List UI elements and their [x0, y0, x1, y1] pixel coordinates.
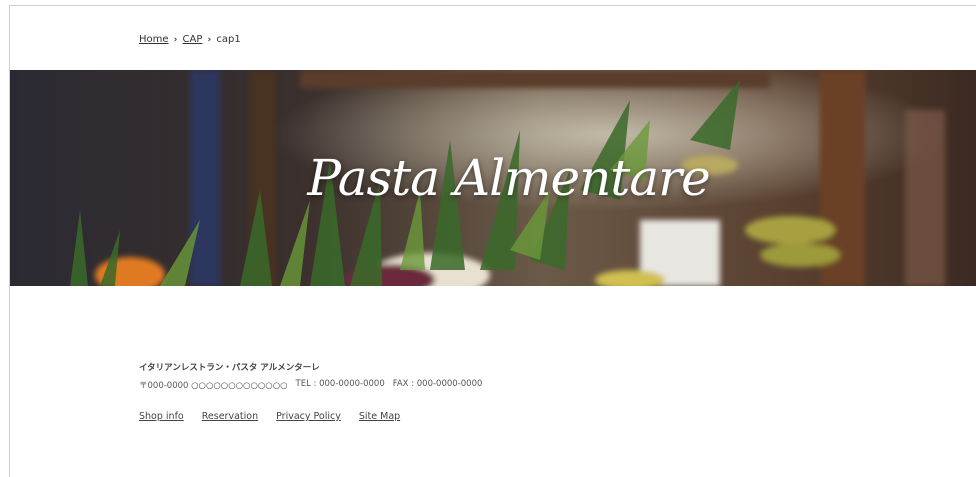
- footer-link-privacy-policy[interactable]: Privacy Policy: [276, 411, 341, 422]
- site-footer: イタリアンレストラン・パスタ アルメンターレ 〒000-0000 ○○○○○○○…: [139, 361, 482, 422]
- tel-number: TEL : 000-0000-0000: [295, 379, 385, 389]
- breadcrumb: Home › CAP › cap1: [139, 34, 241, 45]
- footer-link-site-map[interactable]: Site Map: [359, 411, 400, 422]
- chevron-right-icon: ›: [207, 34, 212, 45]
- footer-nav: Shop info Reservation Privacy Policy Sit…: [139, 411, 482, 422]
- postal-address: 〒000-0000 ○○○○○○○○○○○○○: [139, 381, 288, 391]
- footer-link-shop-info[interactable]: Shop info: [139, 411, 184, 422]
- shop-name: イタリアンレストラン・パスタ アルメンターレ: [139, 363, 320, 373]
- breadcrumb-current: cap1: [216, 34, 241, 45]
- page-frame: Home › CAP › cap1 Pasta Almentare イタリアンレ…: [9, 5, 976, 477]
- fax-number: FAX : 000-0000-0000: [392, 379, 483, 389]
- breadcrumb-home-link[interactable]: Home: [139, 34, 169, 45]
- contact-info: 〒000-0000 ○○○○○○○○○○○○○ TEL : 000-0000-0…: [139, 379, 482, 391]
- footer-link-reservation[interactable]: Reservation: [202, 411, 258, 422]
- hero-banner: Pasta Almentare: [10, 70, 976, 286]
- hero-title: Pasta Almentare: [307, 149, 710, 207]
- chevron-right-icon: ›: [173, 34, 178, 45]
- breadcrumb-cap-link[interactable]: CAP: [183, 34, 203, 45]
